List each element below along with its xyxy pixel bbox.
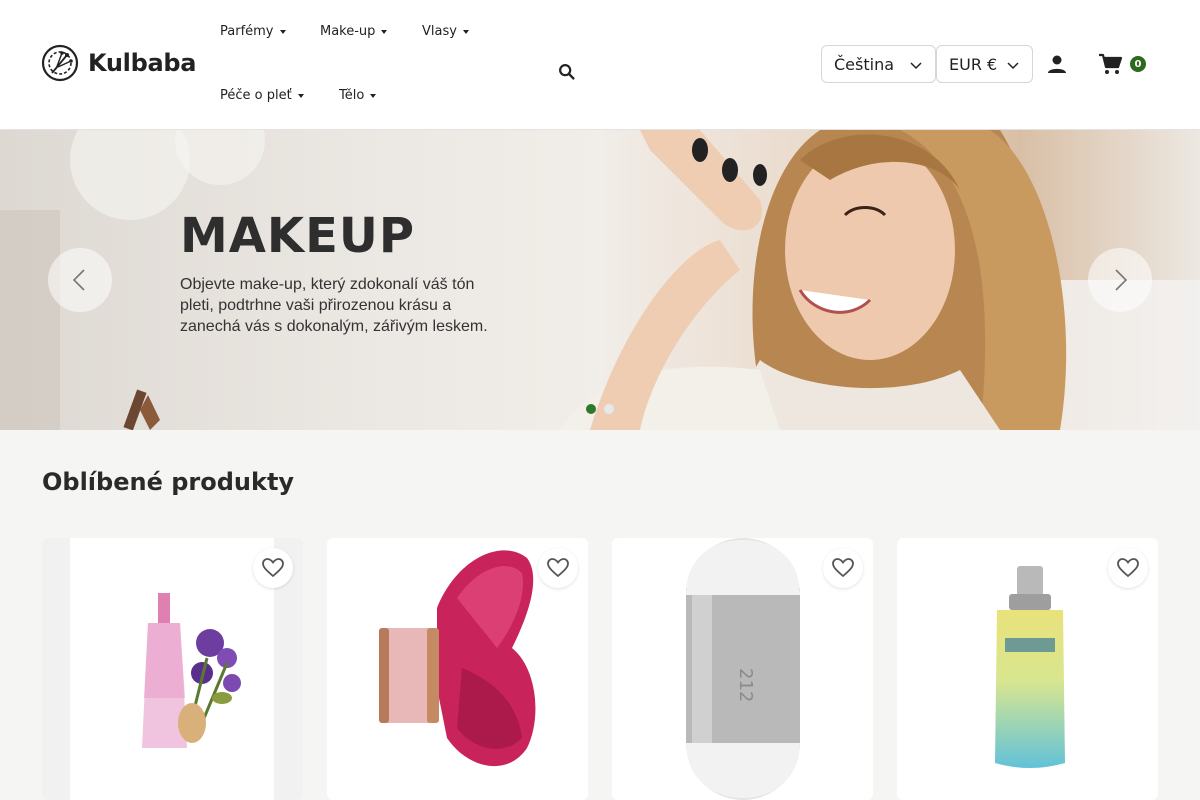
hero-subtitle: Objevte make-up, který zdokonalí váš tón… [180,276,488,335]
site-header: Kulbaba Parfémy Make-up Vlasy Péče o ple… [0,0,1200,130]
caret-down-icon [370,94,377,98]
dandelion-logo-icon [41,44,79,82]
language-select[interactable]: Čeština [821,45,936,83]
nav-item-parfemy[interactable]: Parfémy [220,24,286,39]
add-to-wishlist-button[interactable] [1108,548,1148,588]
currency-value: EUR € [949,54,998,74]
heart-icon [832,558,854,578]
heart-icon [1117,558,1139,578]
cart-count-badge: 0 [1130,56,1146,72]
nav-item-pece-o-plet[interactable]: Péče o pleť [220,88,304,103]
search-icon[interactable] [556,61,578,83]
carousel-prev-button[interactable] [48,248,112,312]
account-icon[interactable] [1045,52,1069,76]
nav-item-label: Péče o pleť [220,88,292,103]
nav-item-telo[interactable]: Tělo [339,88,377,103]
nav-item-makeup[interactable]: Make-up [320,24,388,39]
section-title: Oblíbené produkty [42,468,295,496]
caret-down-icon [462,30,469,34]
heart-icon [262,558,284,578]
nav-item-vlasy[interactable]: Vlasy [422,24,469,39]
carousel-dot[interactable] [586,404,596,414]
svg-text:212: 212 [735,668,756,702]
hero-title: MAKEUP [180,208,416,264]
heart-icon [547,558,569,578]
nav-item-label: Parfémy [220,24,274,39]
caret-down-icon [279,30,286,34]
add-to-wishlist-button[interactable] [253,548,293,588]
chevron-left-icon [72,269,85,291]
product-card[interactable] [42,538,303,800]
product-card[interactable]: 212 [612,538,873,800]
nav-item-label: Make-up [320,24,376,39]
language-value: Čeština [834,54,895,74]
add-to-wishlist-button[interactable] [823,548,863,588]
logo[interactable]: Kulbaba [40,43,196,83]
carousel-next-button[interactable] [1088,248,1152,312]
carousel-dots [586,404,614,414]
chevron-right-icon [1115,269,1128,291]
cart-icon[interactable] [1097,52,1123,76]
nav-item-label: Vlasy [422,24,457,39]
caret-down-icon [297,94,304,98]
product-card[interactable] [327,538,588,800]
carousel-dot[interactable] [604,404,614,414]
hero-banner: MAKEUP Objevte make-up, který zdokonalí … [0,130,1200,430]
brand-name: Kulbaba [88,49,197,77]
add-to-wishlist-button[interactable] [538,548,578,588]
chevron-down-icon [1007,62,1019,70]
currency-select[interactable]: EUR € [936,45,1033,83]
product-card[interactable] [897,538,1158,800]
chevron-down-icon [910,62,922,70]
caret-down-icon [381,30,388,34]
nav-item-label: Tělo [339,88,365,103]
